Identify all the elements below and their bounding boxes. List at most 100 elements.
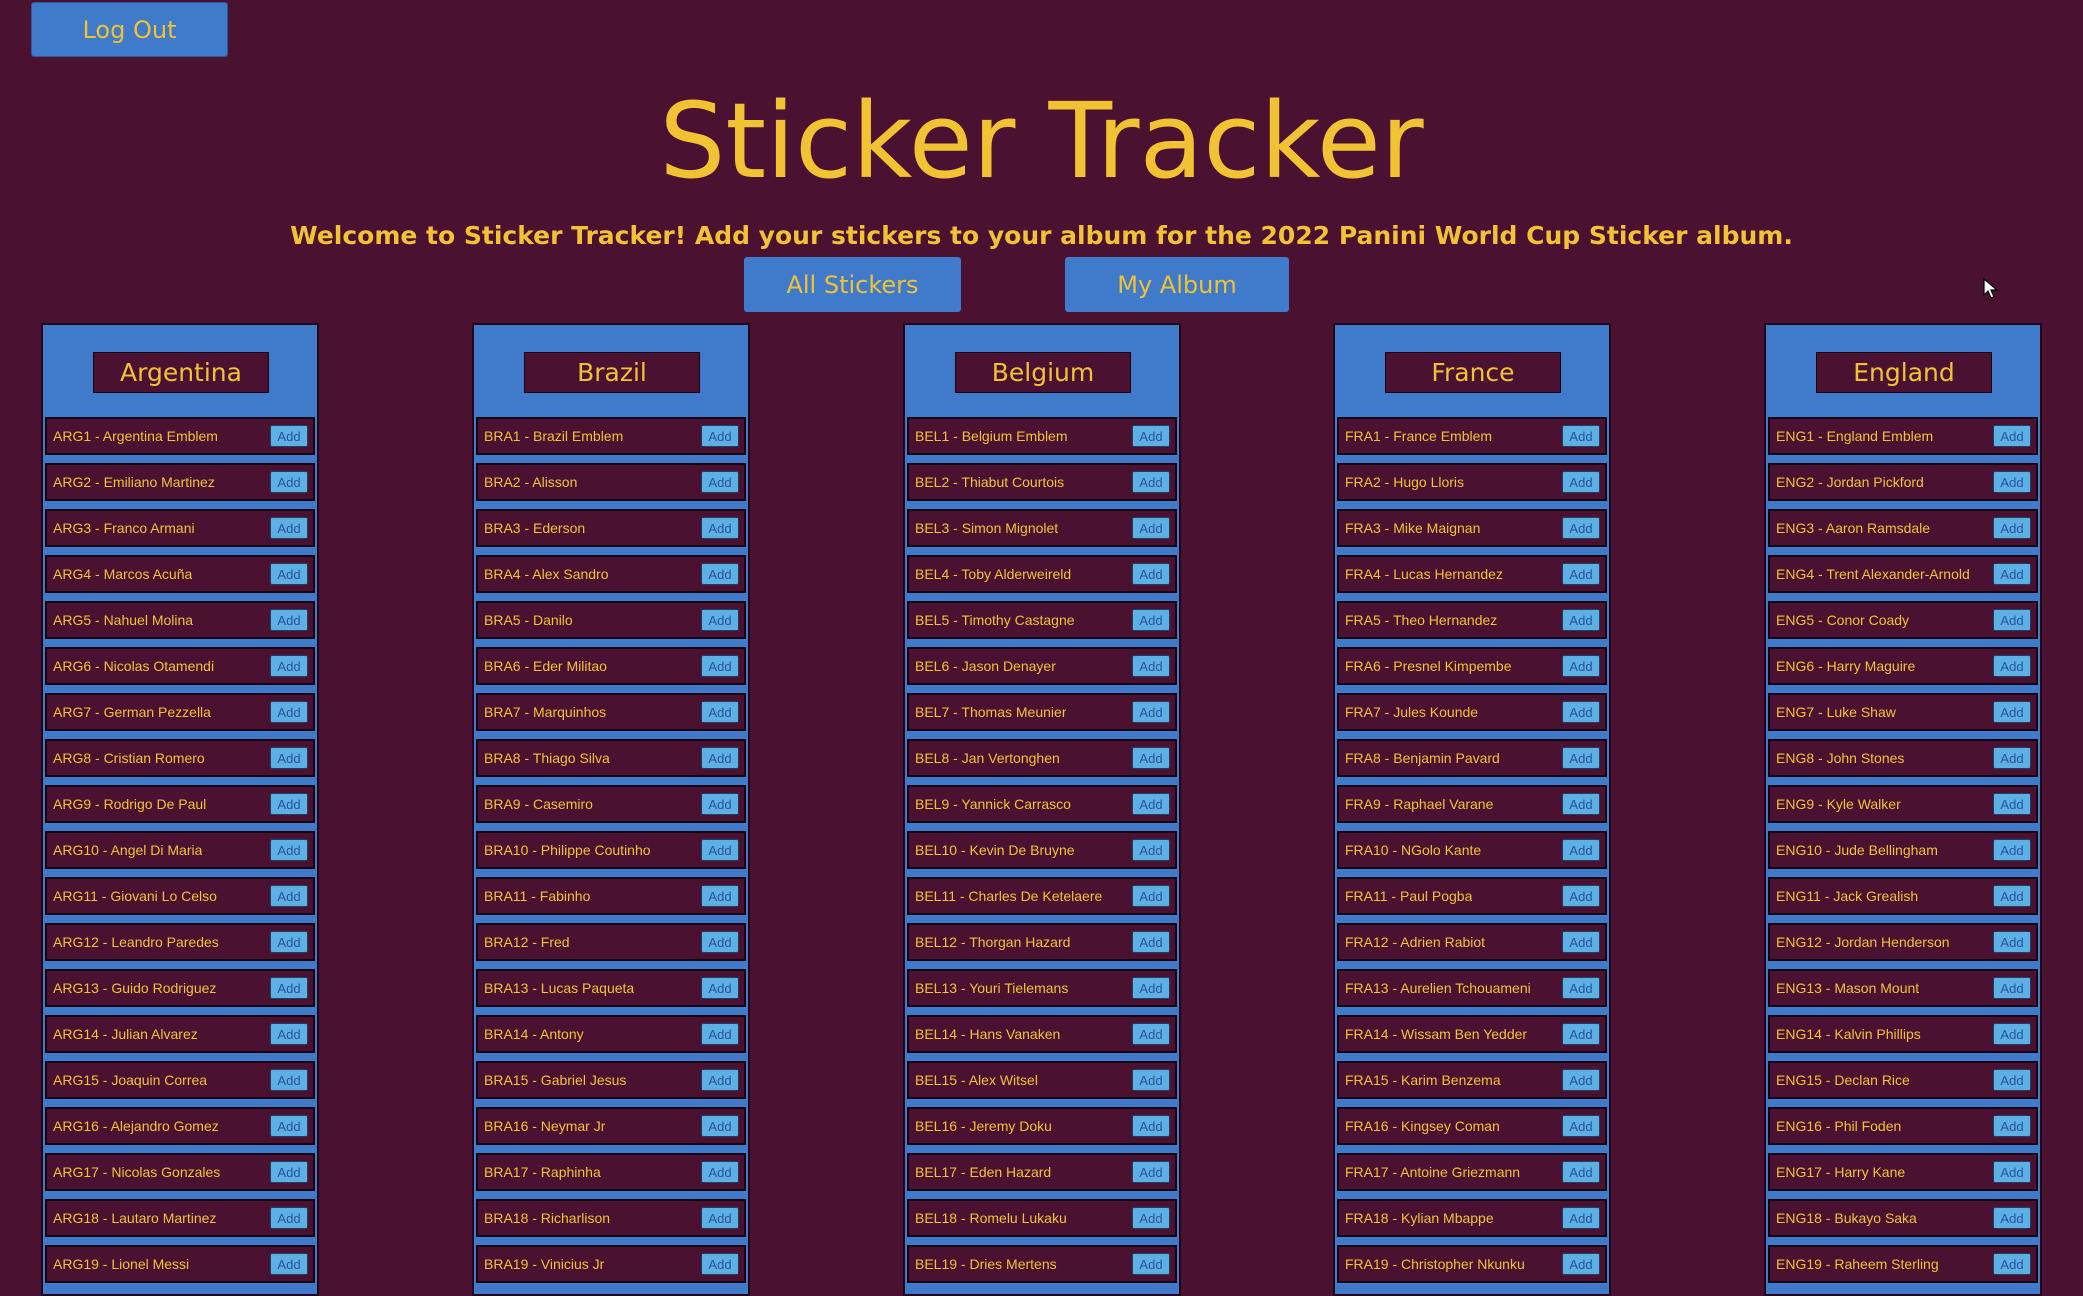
add-sticker-button[interactable]: Add <box>1132 1207 1170 1229</box>
add-sticker-button[interactable]: Add <box>1562 1023 1600 1045</box>
add-sticker-button[interactable]: Add <box>1132 609 1170 631</box>
add-sticker-button[interactable]: Add <box>1993 701 2031 723</box>
add-sticker-button[interactable]: Add <box>270 977 308 999</box>
add-sticker-button[interactable]: Add <box>270 471 308 493</box>
add-sticker-button[interactable]: Add <box>1993 977 2031 999</box>
add-sticker-button[interactable]: Add <box>270 931 308 953</box>
add-sticker-button[interactable]: Add <box>701 1207 739 1229</box>
add-sticker-button[interactable]: Add <box>1993 839 2031 861</box>
add-sticker-button[interactable]: Add <box>270 563 308 585</box>
add-sticker-button[interactable]: Add <box>270 1253 308 1275</box>
my-album-button[interactable]: My Album <box>1065 257 1289 312</box>
add-sticker-button[interactable]: Add <box>701 609 739 631</box>
add-sticker-button[interactable]: Add <box>1993 1253 2031 1275</box>
add-sticker-button[interactable]: Add <box>1562 1069 1600 1091</box>
add-sticker-button[interactable]: Add <box>1132 1115 1170 1137</box>
add-sticker-button[interactable]: Add <box>701 793 739 815</box>
add-sticker-button[interactable]: Add <box>1132 1253 1170 1275</box>
sticker-row: ENG1 - England Emblem Add <box>1768 417 2038 455</box>
add-sticker-button[interactable]: Add <box>270 655 308 677</box>
add-sticker-button[interactable]: Add <box>1562 563 1600 585</box>
add-sticker-button[interactable]: Add <box>701 471 739 493</box>
add-sticker-button[interactable]: Add <box>701 701 739 723</box>
add-sticker-button[interactable]: Add <box>1562 609 1600 631</box>
add-sticker-button[interactable]: Add <box>1562 1161 1600 1183</box>
add-sticker-button[interactable]: Add <box>701 747 739 769</box>
add-sticker-button[interactable]: Add <box>1132 747 1170 769</box>
add-sticker-button[interactable]: Add <box>1562 655 1600 677</box>
add-sticker-button[interactable]: Add <box>1562 931 1600 953</box>
add-sticker-button[interactable]: Add <box>1132 655 1170 677</box>
all-stickers-button[interactable]: All Stickers <box>744 257 961 312</box>
add-sticker-button[interactable]: Add <box>1132 563 1170 585</box>
add-sticker-button[interactable]: Add <box>1993 885 2031 907</box>
add-sticker-button[interactable]: Add <box>1562 793 1600 815</box>
logout-button[interactable]: Log Out <box>31 2 228 57</box>
add-sticker-button[interactable]: Add <box>1993 609 2031 631</box>
add-sticker-button[interactable]: Add <box>1562 1253 1600 1275</box>
add-sticker-button[interactable]: Add <box>1993 471 2031 493</box>
add-sticker-button[interactable]: Add <box>1132 425 1170 447</box>
add-sticker-button[interactable]: Add <box>701 517 739 539</box>
add-sticker-button[interactable]: Add <box>701 655 739 677</box>
add-sticker-button[interactable]: Add <box>701 563 739 585</box>
add-sticker-button[interactable]: Add <box>270 1069 308 1091</box>
add-sticker-button[interactable]: Add <box>1132 471 1170 493</box>
add-sticker-button[interactable]: Add <box>270 747 308 769</box>
add-sticker-button[interactable]: Add <box>1993 1069 2031 1091</box>
add-sticker-button[interactable]: Add <box>1562 885 1600 907</box>
add-sticker-button[interactable]: Add <box>1993 517 2031 539</box>
add-sticker-button[interactable]: Add <box>701 1115 739 1137</box>
add-sticker-button[interactable]: Add <box>701 1069 739 1091</box>
add-sticker-button[interactable]: Add <box>270 1207 308 1229</box>
add-sticker-button[interactable]: Add <box>1132 1069 1170 1091</box>
add-sticker-button[interactable]: Add <box>270 839 308 861</box>
add-sticker-button[interactable]: Add <box>270 1161 308 1183</box>
add-sticker-button[interactable]: Add <box>1132 1161 1170 1183</box>
add-sticker-button[interactable]: Add <box>1132 931 1170 953</box>
add-sticker-button[interactable]: Add <box>1562 747 1600 769</box>
add-sticker-button[interactable]: Add <box>1562 1207 1600 1229</box>
add-sticker-button[interactable]: Add <box>1993 747 2031 769</box>
add-sticker-button[interactable]: Add <box>1993 1207 2031 1229</box>
sticker-row: BRA15 - Gabriel Jesus Add <box>476 1061 746 1099</box>
add-sticker-button[interactable]: Add <box>1562 977 1600 999</box>
add-sticker-button[interactable]: Add <box>1993 1161 2031 1183</box>
add-sticker-button[interactable]: Add <box>1132 793 1170 815</box>
add-sticker-button[interactable]: Add <box>1993 1023 2031 1045</box>
add-sticker-button[interactable]: Add <box>270 517 308 539</box>
add-sticker-button[interactable]: Add <box>1132 885 1170 907</box>
add-sticker-button[interactable]: Add <box>701 977 739 999</box>
add-sticker-button[interactable]: Add <box>1562 425 1600 447</box>
add-sticker-button[interactable]: Add <box>701 885 739 907</box>
add-sticker-button[interactable]: Add <box>270 425 308 447</box>
add-sticker-button[interactable]: Add <box>1993 793 2031 815</box>
add-sticker-button[interactable]: Add <box>1562 839 1600 861</box>
add-sticker-button[interactable]: Add <box>701 1023 739 1045</box>
add-sticker-button[interactable]: Add <box>1562 517 1600 539</box>
add-sticker-button[interactable]: Add <box>270 1115 308 1137</box>
add-sticker-button[interactable]: Add <box>1993 563 2031 585</box>
add-sticker-button[interactable]: Add <box>701 839 739 861</box>
add-sticker-button[interactable]: Add <box>1993 425 2031 447</box>
add-sticker-button[interactable]: Add <box>701 1161 739 1183</box>
add-sticker-button[interactable]: Add <box>1993 1115 2031 1137</box>
add-sticker-button[interactable]: Add <box>1562 471 1600 493</box>
add-sticker-button[interactable]: Add <box>1132 1023 1170 1045</box>
add-sticker-button[interactable]: Add <box>1132 839 1170 861</box>
add-sticker-button[interactable]: Add <box>270 793 308 815</box>
add-sticker-button[interactable]: Add <box>1132 977 1170 999</box>
add-sticker-button[interactable]: Add <box>1132 517 1170 539</box>
add-sticker-button[interactable]: Add <box>701 1253 739 1275</box>
add-sticker-button[interactable]: Add <box>1562 1115 1600 1137</box>
add-sticker-button[interactable]: Add <box>1993 931 2031 953</box>
add-sticker-button[interactable]: Add <box>270 885 308 907</box>
add-sticker-button[interactable]: Add <box>270 1023 308 1045</box>
add-sticker-button[interactable]: Add <box>1562 701 1600 723</box>
add-sticker-button[interactable]: Add <box>701 425 739 447</box>
add-sticker-button[interactable]: Add <box>1132 701 1170 723</box>
add-sticker-button[interactable]: Add <box>701 931 739 953</box>
add-sticker-button[interactable]: Add <box>270 609 308 631</box>
add-sticker-button[interactable]: Add <box>1993 655 2031 677</box>
add-sticker-button[interactable]: Add <box>270 701 308 723</box>
